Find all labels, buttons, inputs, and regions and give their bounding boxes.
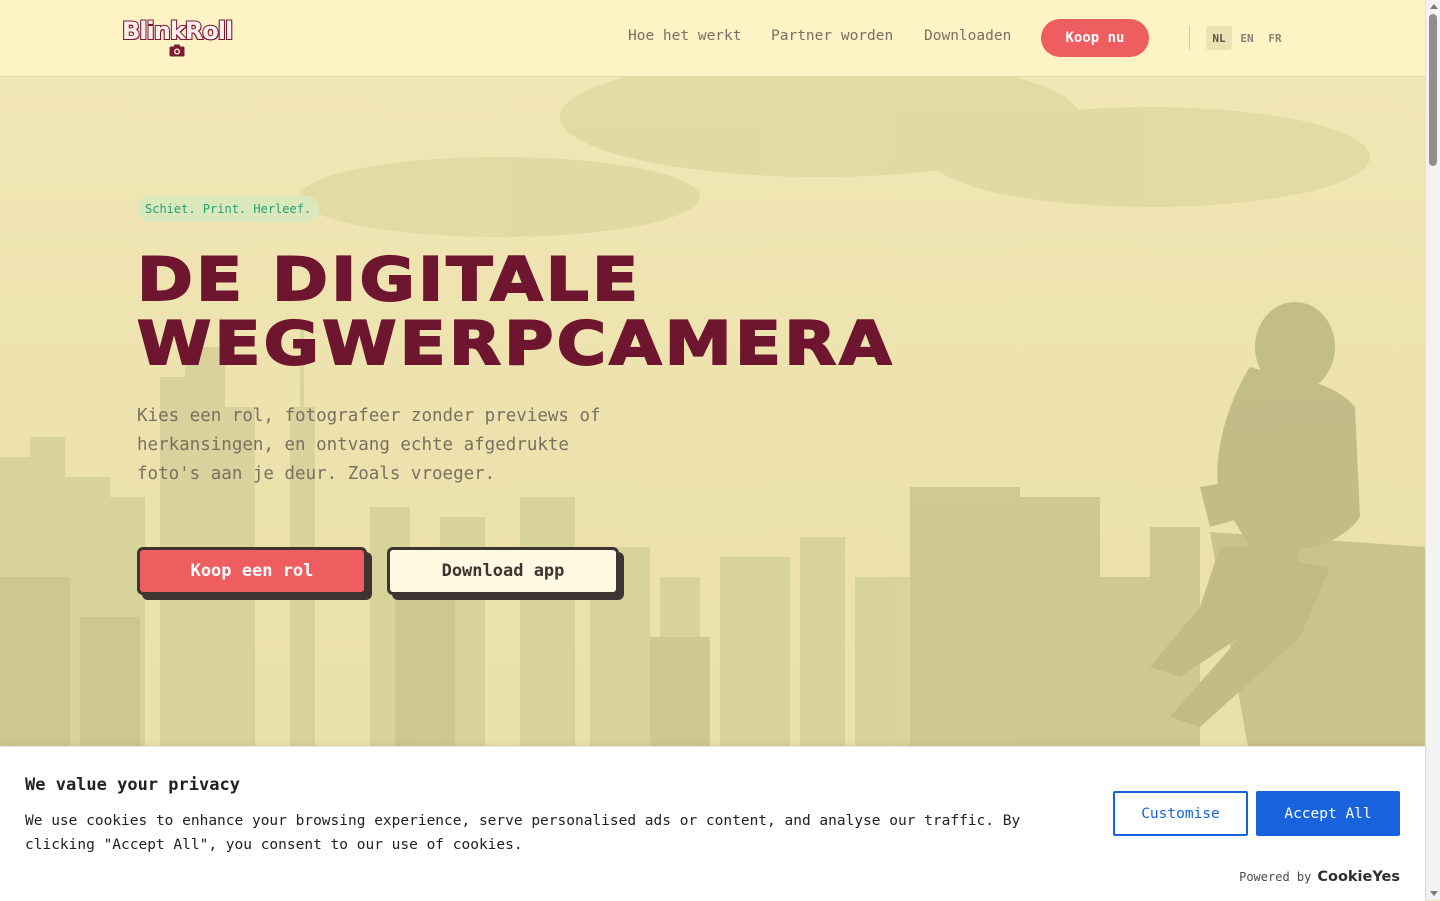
powered-by: Powered by CookieYes: [1239, 869, 1400, 885]
hero-tagline: Schiet. Print. Herleef.: [137, 196, 320, 222]
hero-title: DE DIGITALE WEGWERPCAMERA: [136, 245, 895, 379]
nav-downloads[interactable]: Downloaden: [924, 28, 1011, 44]
language-fr[interactable]: FR: [1262, 26, 1288, 50]
powered-by-label: Powered by: [1239, 870, 1312, 884]
download-app-button[interactable]: Download app: [387, 547, 619, 595]
site-header: BlinkRoll Hoe het werkt Partner worden D…: [0, 0, 1425, 77]
header-divider: [1189, 26, 1190, 50]
page-scrollbar[interactable]: [1425, 0, 1440, 900]
cookie-title: We value your privacy: [25, 775, 240, 795]
logo-text: BlinkRoll: [121, 16, 234, 46]
customise-button[interactable]: Customise: [1113, 791, 1248, 836]
language-en[interactable]: EN: [1234, 26, 1260, 50]
cookie-description: We use cookies to enhance your browsing …: [25, 813, 1021, 853]
buy-now-button[interactable]: Koop nu: [1041, 19, 1149, 57]
hero-subtitle: Kies een rol, fotografeer zonder preview…: [137, 406, 601, 484]
nav-become-partner[interactable]: Partner worden: [771, 28, 893, 44]
cookie-consent-banner: We value your privacy We use cookies to …: [0, 746, 1425, 901]
language-nl[interactable]: NL: [1206, 26, 1232, 50]
chevron-up-icon[interactable]: [1430, 4, 1438, 9]
scrollbar-thumb[interactable]: [1429, 14, 1437, 166]
camera-icon: [169, 44, 185, 57]
hero-title-line-1: DE DIGITALE: [136, 245, 642, 315]
nav-how-it-works[interactable]: Hoe het werkt: [628, 28, 742, 44]
buy-roll-button[interactable]: Koop een rol: [137, 547, 367, 595]
logo[interactable]: BlinkRoll: [121, 16, 236, 60]
accept-all-button[interactable]: Accept All: [1256, 791, 1400, 836]
cookieyes-logo[interactable]: CookieYes: [1317, 869, 1400, 885]
hero-title-line-2: WEGWERPCAMERA: [136, 309, 895, 379]
chevron-down-icon[interactable]: [1430, 891, 1438, 896]
